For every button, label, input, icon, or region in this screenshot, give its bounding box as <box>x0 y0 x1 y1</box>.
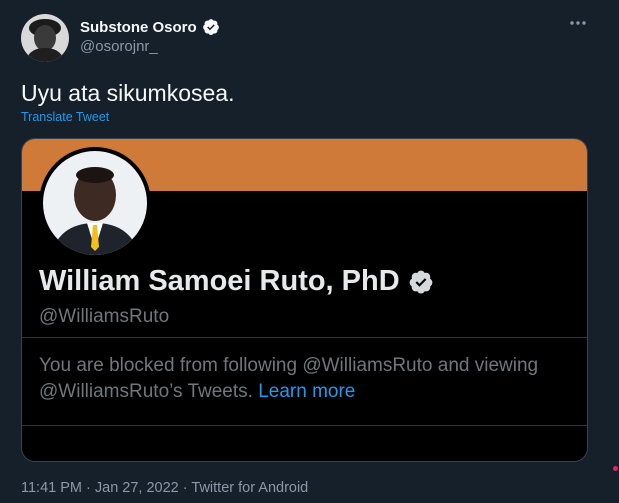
tweet-text: Uyu ata sikumkosea. <box>21 80 235 106</box>
author-handle[interactable]: @osorojnr_ <box>80 38 158 55</box>
author-name-row[interactable]: Substone Osoro <box>80 18 220 36</box>
author-avatar[interactable] <box>21 14 69 62</box>
profile-handle[interactable]: @WilliamsRuto <box>39 306 169 328</box>
blocked-message: You are blocked from following @Williams… <box>39 353 574 405</box>
tweet-metadata: 11:41 PM · Jan 27, 2022 · Twitter for An… <box>21 480 308 496</box>
profile-name[interactable]: William Samoei Ruto, PhD <box>39 265 400 298</box>
tweet: Substone Osoro @osorojnr_ Uyu ata sikumk… <box>0 0 619 503</box>
more-options-icon[interactable] <box>566 15 590 35</box>
separator-dot: · <box>86 480 95 496</box>
tweet-source[interactable]: Twitter for Android <box>191 480 308 496</box>
tweet-date[interactable]: Jan 27, 2022 <box>95 480 179 496</box>
notification-dot <box>613 466 618 471</box>
verified-badge-icon <box>408 269 434 295</box>
verified-badge-icon <box>202 18 220 36</box>
quoted-profile-card[interactable]: William Samoei Ruto, PhD @WilliamsRuto Y… <box>21 138 588 462</box>
author-name[interactable]: Substone Osoro <box>80 19 197 36</box>
learn-more-link[interactable]: Learn more <box>258 381 355 402</box>
card-divider <box>22 337 587 338</box>
profile-name-row[interactable]: William Samoei Ruto, PhD <box>39 265 434 298</box>
card-divider <box>22 425 587 426</box>
translate-tweet-link[interactable]: Translate Tweet <box>21 110 109 124</box>
profile-avatar[interactable] <box>39 147 151 259</box>
tweet-time[interactable]: 11:41 PM <box>21 480 82 496</box>
